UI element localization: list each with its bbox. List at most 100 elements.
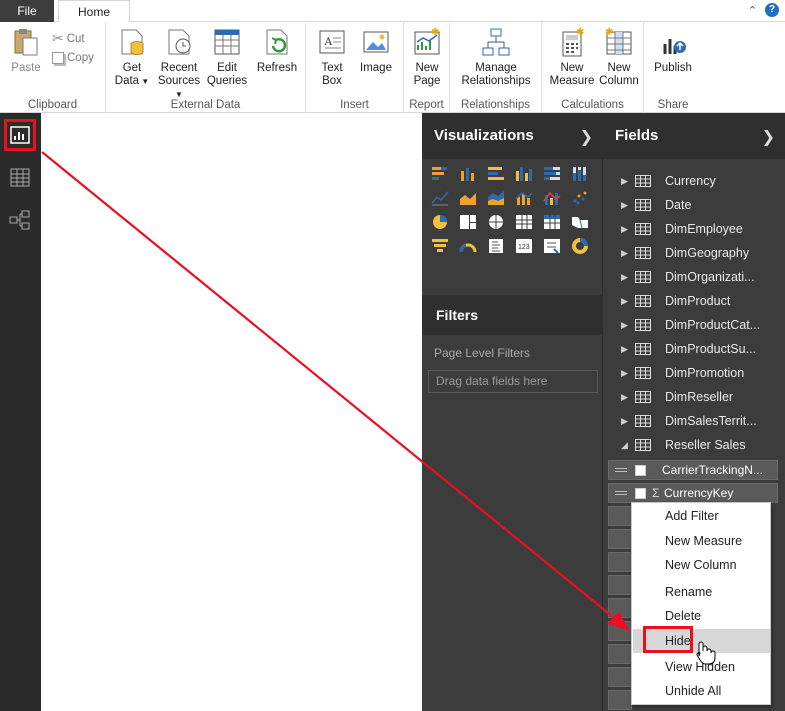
menu-item-delete[interactable]: Delete [633,604,770,628]
menu-item-view-hidden[interactable]: View Hidden [633,655,770,679]
collapse-ribbon-icon[interactable]: ⌃ [748,4,757,17]
table-row[interactable]: ▶ Currency [603,169,785,193]
field-row-obscured[interactable] [608,506,632,526]
table-row[interactable]: ▶ DimProductSu... [603,337,785,361]
100-percent-bar-chart-icon[interactable] [542,165,562,183]
report-view-button[interactable] [4,119,36,151]
new-page-button[interactable]: ✱ New Page [410,26,444,88]
field-row-obscured[interactable] [608,644,632,664]
data-view-icon[interactable] [8,167,32,189]
drag-handle-icon[interactable] [615,489,627,497]
expand-caret-icon[interactable]: ▶ [621,296,635,307]
table-row[interactable]: ▶ DimProduct [603,289,785,313]
area-chart-icon[interactable] [458,189,478,207]
stacked-bar-chart-icon[interactable] [430,165,450,183]
clustered-column-chart-icon[interactable] [514,165,534,183]
100-percent-column-chart-icon[interactable] [570,165,590,183]
edit-queries-button[interactable]: Edit Queries [206,26,248,88]
text-box-button[interactable]: A Text Box [314,26,350,88]
expand-caret-icon[interactable]: ▶ [621,200,635,211]
collapse-caret-icon[interactable]: ◢ [621,440,635,451]
table-row[interactable]: ▶ DimOrganizati... [603,265,785,289]
field-row-obscured[interactable] [608,529,632,549]
publish-button[interactable]: Publish [650,26,696,75]
expand-caret-icon[interactable]: ▶ [621,392,635,403]
svg-text:✱: ✱ [605,27,613,38]
field-row-obscured[interactable] [608,667,632,687]
table-row[interactable]: ▶ DimPromotion [603,361,785,385]
table-row[interactable]: ▶ DimGeography [603,241,785,265]
new-measure-button[interactable]: ✱ New Measure [548,26,596,88]
field-row-currency-key[interactable]: Σ CurrencyKey [608,483,778,503]
new-column-button[interactable]: ✱ New Column [598,26,640,88]
stacked-column-chart-icon[interactable] [458,165,478,183]
page-filter-drop-zone[interactable]: Drag data fields here [428,370,598,393]
field-checkbox[interactable] [635,464,646,476]
field-row-obscured[interactable] [608,598,632,618]
chevron-right-icon[interactable]: ❯ [580,127,593,147]
table-name: DimReseller [665,390,734,404]
tab-file[interactable]: File [0,0,54,22]
image-button[interactable]: Image [356,26,396,75]
drag-handle-icon[interactable] [615,466,627,474]
table-row[interactable]: ▶ DimEmployee [603,217,785,241]
table-row[interactable]: ▶ DimSalesTerrit... [603,409,785,433]
table-row[interactable]: ▶ Date [603,193,785,217]
menu-item-add-filter[interactable]: Add Filter [633,504,770,528]
field-row-obscured[interactable] [608,575,632,595]
table-name: DimProductCat... [665,318,761,332]
map-icon[interactable] [486,213,506,231]
matrix-icon[interactable] [542,213,562,231]
field-row-obscured[interactable] [608,621,632,641]
copy-button[interactable]: Copy [52,52,94,64]
expand-caret-icon[interactable]: ▶ [621,176,635,187]
chevron-right-icon[interactable]: ❯ [762,127,775,147]
tab-home[interactable]: Home [58,0,130,23]
pie-chart-icon[interactable] [430,213,450,231]
clustered-bar-chart-icon[interactable] [486,165,506,183]
table-row[interactable]: ▶ DimReseller [603,385,785,409]
paste-button[interactable]: Paste [8,26,44,75]
view-switcher-rail [0,113,41,711]
funnel-icon[interactable] [430,237,450,255]
filled-map-icon[interactable] [570,213,590,231]
donut-chart-icon[interactable] [570,237,590,255]
menu-item-rename[interactable]: Rename [633,580,770,604]
edit-queries-icon [214,29,240,55]
line-and-clustered-column-chart-icon[interactable] [542,189,562,207]
table-visual-icon[interactable] [514,213,534,231]
field-checkbox[interactable] [635,487,646,499]
field-row-obscured[interactable] [608,552,632,572]
treemap-icon[interactable] [458,213,478,231]
table-row[interactable]: ◢ Reseller Sales [603,433,785,457]
expand-caret-icon[interactable]: ▶ [621,224,635,235]
slicer-icon[interactable] [542,237,562,255]
gauge-icon[interactable] [458,237,478,255]
line-and-stacked-column-chart-icon[interactable] [514,189,534,207]
expand-caret-icon[interactable]: ▶ [621,344,635,355]
expand-caret-icon[interactable]: ▶ [621,248,635,259]
card-icon[interactable]: 123 [514,237,534,255]
recent-sources-button[interactable]: Recent Sources ▼ [154,26,204,101]
menu-item-new-column[interactable]: New Column [633,553,770,577]
help-icon[interactable]: ? [765,3,779,17]
field-row-obscured[interactable] [608,690,632,710]
expand-caret-icon[interactable]: ▶ [621,320,635,331]
relationships-view-icon[interactable] [8,209,32,231]
manage-relationships-button[interactable]: Manage Relationships [456,26,536,88]
scatter-chart-icon[interactable] [570,189,590,207]
menu-item-new-measure[interactable]: New Measure [633,529,770,553]
report-canvas[interactable] [41,113,422,711]
line-chart-icon[interactable] [430,189,450,207]
menu-item-unhide-all[interactable]: Unhide All [633,679,770,703]
refresh-button[interactable]: Refresh [254,26,300,75]
cut-button[interactable]: ✂ Cut [52,30,85,47]
multi-row-card-icon[interactable] [486,237,506,255]
get-data-button[interactable]: Get Data ▼ [112,26,152,88]
field-row-carrier-tracking[interactable]: CarrierTrackingN... [608,460,778,480]
expand-caret-icon[interactable]: ▶ [621,272,635,283]
table-row[interactable]: ▶ DimProductCat... [603,313,785,337]
stacked-area-chart-icon[interactable] [486,189,506,207]
expand-caret-icon[interactable]: ▶ [621,368,635,379]
expand-caret-icon[interactable]: ▶ [621,416,635,427]
